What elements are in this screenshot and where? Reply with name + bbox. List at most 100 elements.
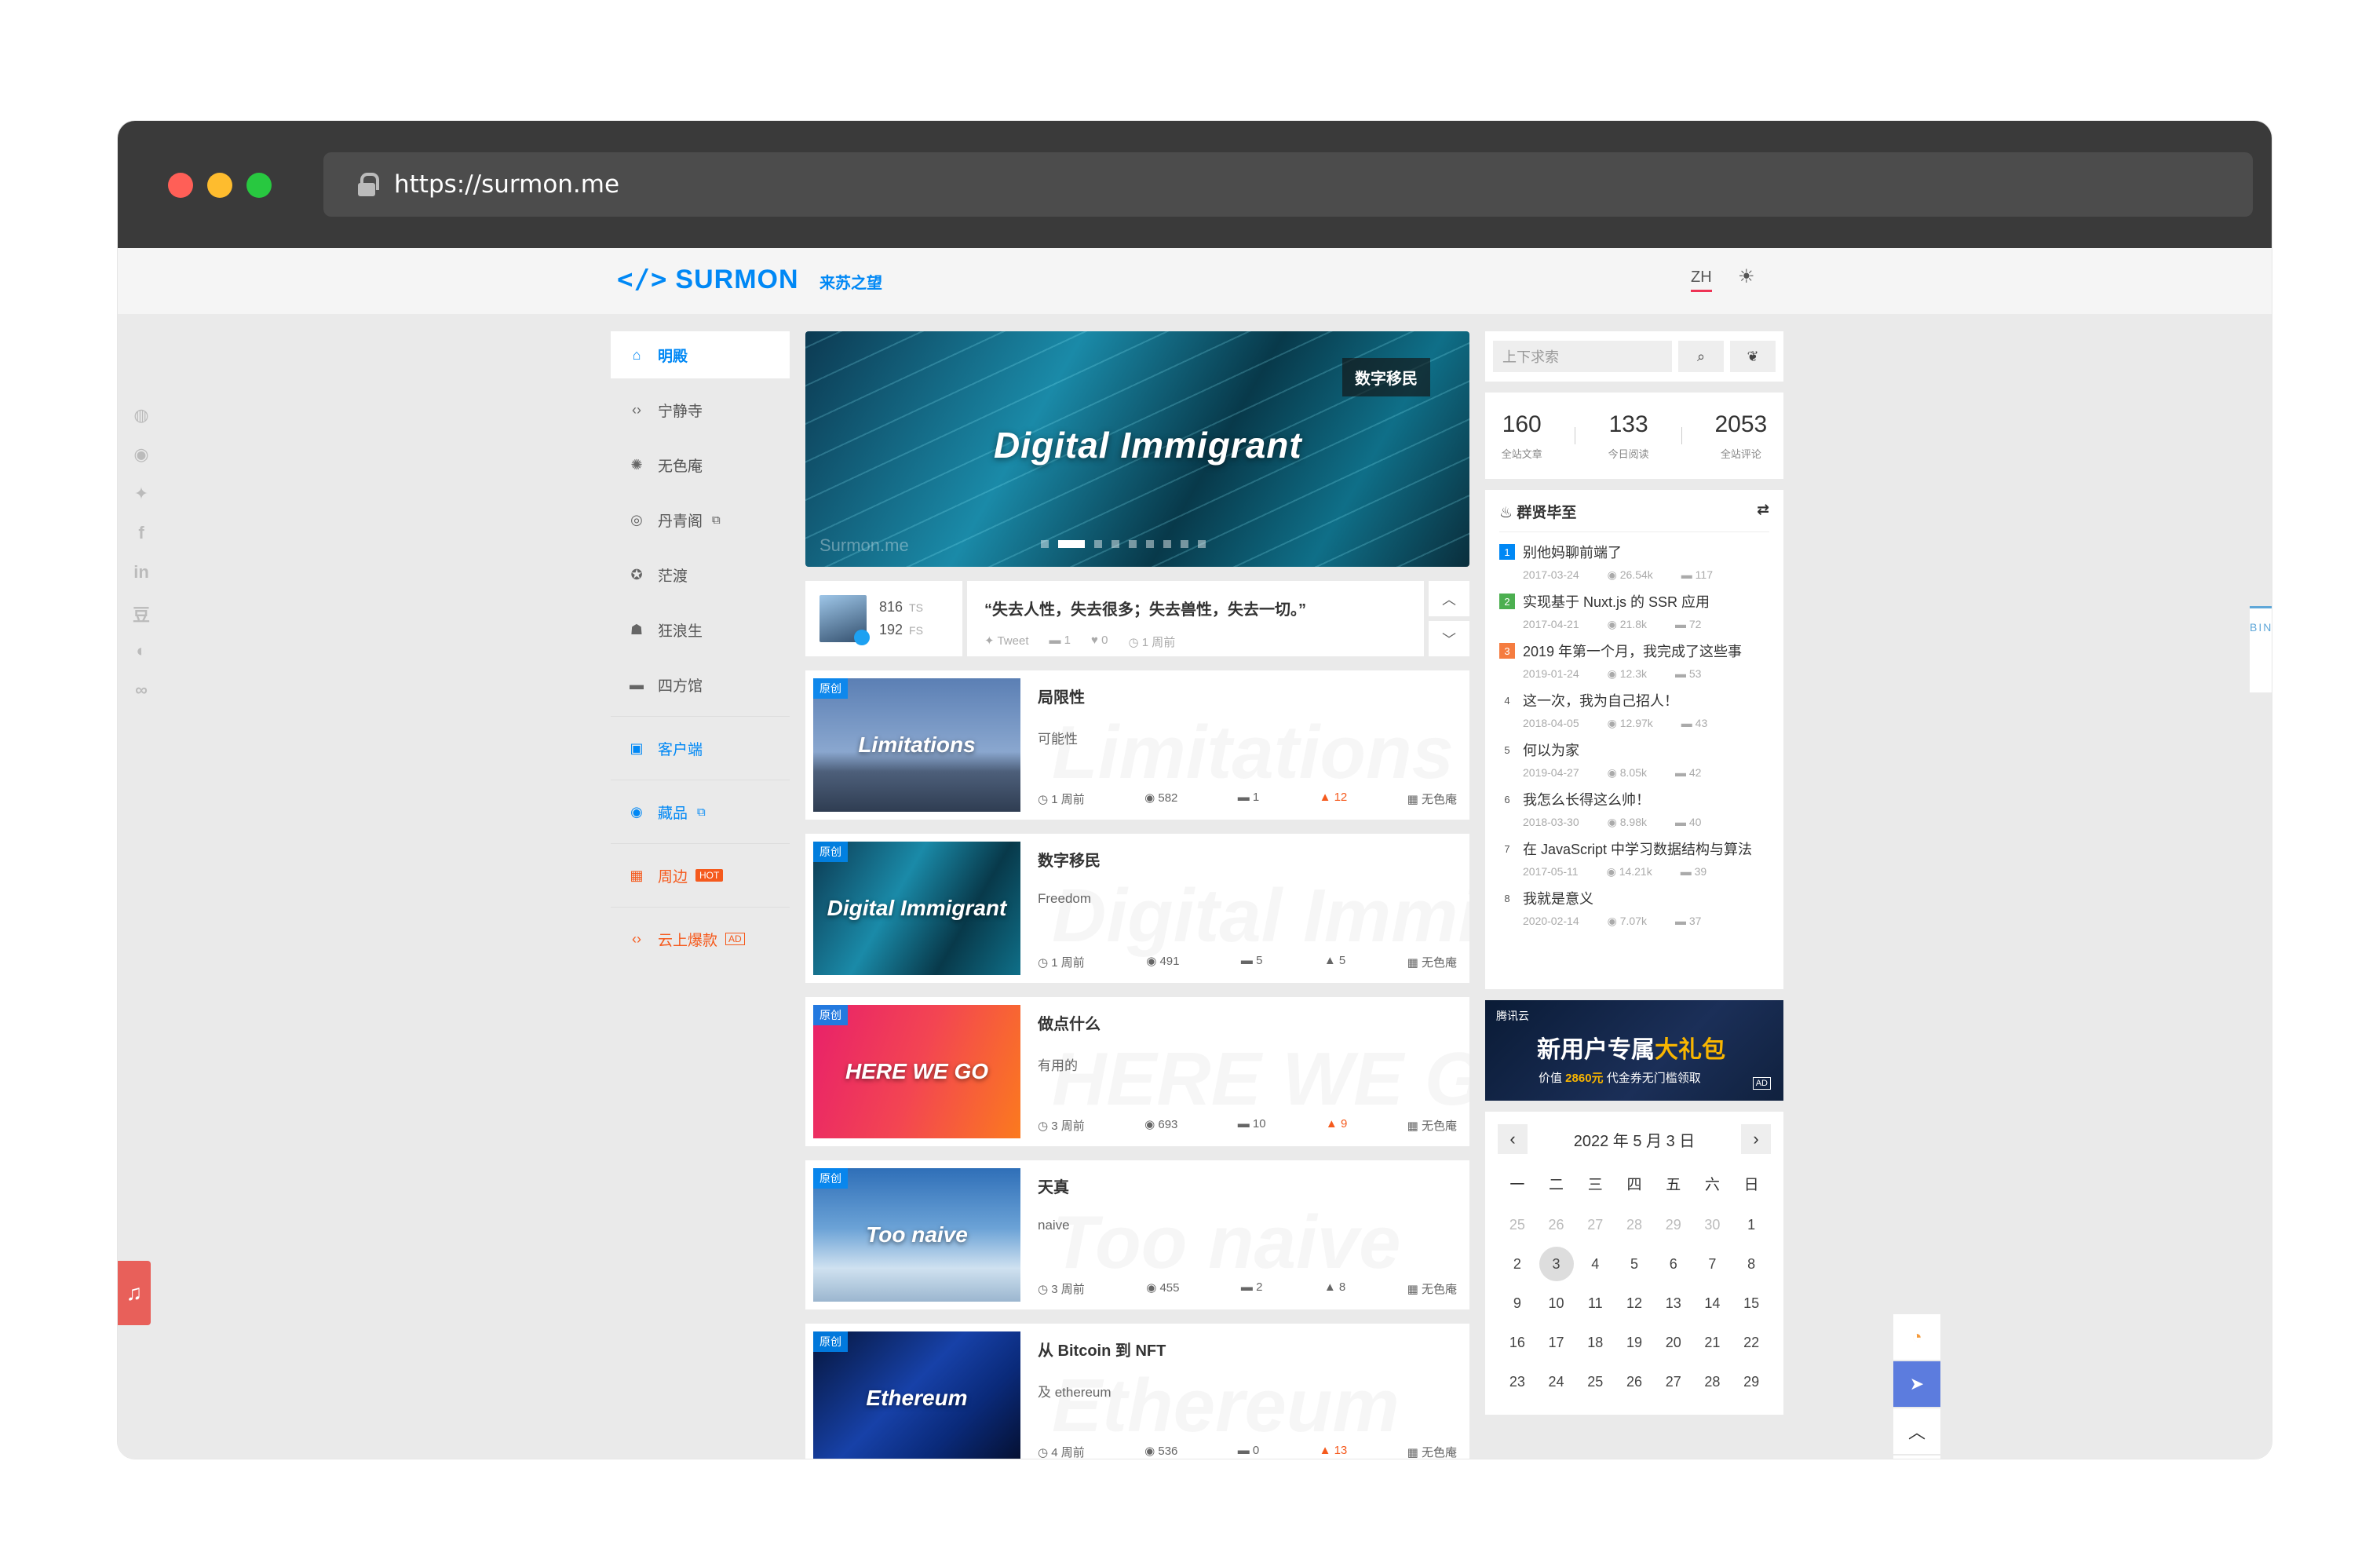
nav-item-home[interactable]: ⌂ 明殿 xyxy=(611,331,790,378)
article-card[interactable]: Limitations原创Limitations局限性可能性中文◷ 1 周前◉ … xyxy=(805,670,1469,820)
calendar-day[interactable]: 28 xyxy=(1693,1364,1732,1399)
weibo-icon[interactable]: ◉ xyxy=(124,444,159,484)
ad-banner[interactable]: 腾讯云 新用户专属大礼包 价值 2860元 代金券无门槛领取 AD xyxy=(1485,1000,1783,1101)
nav-item-archive[interactable]: ✪ 茫渡 xyxy=(611,551,790,598)
article-thumbnail[interactable]: Digital Immigrant 原创 xyxy=(813,842,1020,975)
link-icon[interactable]: ∞ xyxy=(124,680,159,719)
rss-icon[interactable]: ◔ xyxy=(1893,1314,1940,1360)
twitter-icon[interactable]: ✦ xyxy=(124,484,159,523)
calendar-day[interactable]: 17 xyxy=(1537,1325,1576,1360)
carousel-dot[interactable] xyxy=(1181,540,1188,548)
calendar-day[interactable]: 29 xyxy=(1654,1207,1693,1242)
calendar-day[interactable]: 25 xyxy=(1575,1364,1615,1399)
article-title[interactable]: 从 Bitcoin 到 NFT xyxy=(1038,1338,1462,1361)
calendar-day[interactable]: 18 xyxy=(1575,1325,1615,1360)
calendar-day[interactable]: 21 xyxy=(1693,1325,1732,1360)
facebook-icon[interactable]: f xyxy=(124,523,159,562)
tweet-body[interactable]: “失去人性，失去很多；失去兽性，失去一切。” ✦ Tweet ▬ 1 ♥ 0 ◷… xyxy=(967,581,1424,656)
calendar-day[interactable]: 8 xyxy=(1732,1247,1771,1281)
calendar-day[interactable]: 28 xyxy=(1615,1207,1654,1242)
calendar-day[interactable]: 3 xyxy=(1539,1247,1574,1281)
carousel-dot[interactable] xyxy=(1112,540,1119,548)
site-logo[interactable]: </> SURMON xyxy=(617,264,799,295)
article-card[interactable]: Ethereum原创Ethereum从 Bitcoin 到 NFT及 ether… xyxy=(805,1324,1469,1459)
category-icon[interactable]: ▦ 无色庵 xyxy=(1407,1280,1457,1297)
chevron-down-icon[interactable]: ﹀ xyxy=(1429,621,1469,656)
calendar-day[interactable]: 15 xyxy=(1732,1286,1771,1320)
article-card[interactable]: Digital Immigrant原创Digital Immigrant数字移民… xyxy=(805,834,1469,983)
nav-item-guestbook[interactable]: ▬ 四方馆 xyxy=(611,661,790,708)
chevron-up-icon[interactable]: ︿ xyxy=(1429,581,1469,616)
music-player-button[interactable]: ♫ xyxy=(118,1261,151,1325)
carousel-dot[interactable] xyxy=(1094,540,1102,548)
calendar-day[interactable]: 1 xyxy=(1732,1207,1771,1242)
chevron-up-icon[interactable]: ︿ xyxy=(1893,1408,1940,1454)
sun-icon[interactable]: ☀ xyxy=(1738,265,1755,288)
twitter-profile[interactable]: 816 TS 192 FS xyxy=(805,581,962,656)
hot-article-item[interactable]: 3 2019 年第一个月，我完成了这些事 2019-01-24 ◉ 12.3k ▬ 53 xyxy=(1499,641,1769,681)
hot-article-item[interactable]: 1 别他妈聊前端了 2017-03-24 ◉ 26.54k ▬ 117 xyxy=(1499,542,1769,582)
hot-article-item[interactable]: 7在 JavaScript 中学习数据结构与算法 2017-05-11 ◉ 14.2… xyxy=(1499,838,1769,878)
featured-carousel[interactable]: Digital Immigrant 数字移民 Surmon.me xyxy=(805,331,1469,567)
minimize-window-button[interactable] xyxy=(207,173,232,198)
article-title[interactable]: 局限性 xyxy=(1038,685,1462,707)
carousel-dot[interactable] xyxy=(1146,540,1154,548)
calendar-day[interactable]: 20 xyxy=(1654,1325,1693,1360)
calendar-day[interactable]: 26 xyxy=(1615,1364,1654,1399)
nav-item-about[interactable]: ☗ 狂浪生 xyxy=(611,606,790,653)
nav-item-collection[interactable]: ◉ 藏品 ⧉ xyxy=(611,788,790,835)
carousel-dot[interactable] xyxy=(1041,540,1049,548)
category-icon[interactable]: ▦ 无色庵 xyxy=(1407,791,1457,807)
calendar-day[interactable]: 14 xyxy=(1693,1286,1732,1320)
search-icon[interactable]: ⌕ xyxy=(1678,341,1724,372)
carousel-dot[interactable] xyxy=(1163,540,1171,548)
nav-item-merch[interactable]: ▦ 周边 HOT xyxy=(611,852,790,899)
calendar-day[interactable]: 6 xyxy=(1654,1247,1693,1281)
category-icon[interactable]: ▦ 无色庵 xyxy=(1407,1444,1457,1459)
calendar-day[interactable]: 7 xyxy=(1693,1247,1732,1281)
calendar-day[interactable]: 19 xyxy=(1615,1325,1654,1360)
search-input[interactable]: 上下求索 xyxy=(1493,341,1672,372)
article-thumbnail[interactable]: Too naive 原创 xyxy=(813,1168,1020,1302)
article-thumbnail[interactable]: Ethereum 原创 xyxy=(813,1331,1020,1459)
carousel-dot-active[interactable] xyxy=(1058,540,1085,548)
address-bar[interactable]: https://surmon.me xyxy=(323,152,2253,217)
hot-article-item[interactable]: 8 我就是意义 2020-02-14 ◉ 7.07k ▬ 37 xyxy=(1499,888,1769,928)
linkedin-icon[interactable]: in xyxy=(124,562,159,601)
article-card[interactable]: HERE WE GO原创HERE WE GO做点什么有用的中文◷ 3 周前◉ 6… xyxy=(805,997,1469,1146)
calendar-day[interactable]: 29 xyxy=(1732,1364,1771,1399)
hot-article-item[interactable]: 4 这一次，我为自己招人！ 2018-04-05 ◉ 12.97k ▬ 43 xyxy=(1499,690,1769,730)
article-title[interactable]: 天真 xyxy=(1038,1174,1462,1197)
calendar-day[interactable]: 13 xyxy=(1654,1286,1693,1320)
calendar-day[interactable]: 27 xyxy=(1575,1207,1615,1242)
calendar-day[interactable]: 25 xyxy=(1498,1207,1537,1242)
nav-item-code[interactable]: ‹› 宁静寺 xyxy=(611,386,790,433)
chevron-down-icon[interactable]: ﹀ xyxy=(1893,1456,1940,1459)
hot-article-item[interactable]: 2 实现基于 Nuxt.js 的 SSR 应用 2017-04-21 ◉ 21.8k ▬… xyxy=(1499,591,1769,631)
hot-article-item[interactable]: 5 何以为家 2019-04-27 ◉ 8.05k ▬ 42 xyxy=(1499,740,1769,780)
bing-wallpaper-tab[interactable]: BING xyxy=(2250,606,2272,692)
calendar-day[interactable]: 5 xyxy=(1615,1247,1654,1281)
article-card[interactable]: Too naive原创Too naive天真naive中文◷ 3 周前◉ 455… xyxy=(805,1160,1469,1309)
calendar-day[interactable]: 9 xyxy=(1498,1286,1537,1320)
chat-icon[interactable]: ◐ xyxy=(124,641,159,680)
nav-item-github[interactable]: ◎ 丹青阁 ⧉ xyxy=(611,496,790,543)
language-switch[interactable]: ZH xyxy=(1691,268,1712,292)
nav-item-app[interactable]: ▣ 客户端 xyxy=(611,725,790,772)
nav-item-think[interactable]: ✺ 无色庵 xyxy=(611,441,790,488)
article-title[interactable]: 数字移民 xyxy=(1038,848,1462,871)
calendar-day[interactable]: 11 xyxy=(1575,1286,1615,1320)
send-icon[interactable]: ➤ xyxy=(1893,1361,1940,1407)
calendar-day[interactable]: 26 xyxy=(1537,1207,1576,1242)
hot-article-item[interactable]: 6 我怎么长得这么帅！ 2018-03-30 ◉ 8.98k ▬ 40 xyxy=(1499,789,1769,829)
article-thumbnail[interactable]: HERE WE GO 原创 xyxy=(813,1005,1020,1138)
calendar-day[interactable]: 2 xyxy=(1498,1247,1537,1281)
calendar-day[interactable]: 4 xyxy=(1575,1247,1615,1281)
calendar-day[interactable]: 12 xyxy=(1615,1286,1654,1320)
calendar-day[interactable]: 10 xyxy=(1537,1286,1576,1320)
wechat-icon[interactable]: ◍ xyxy=(124,405,159,444)
chevron-right-icon[interactable]: › xyxy=(1741,1124,1771,1154)
maximize-window-button[interactable] xyxy=(246,173,272,198)
category-icon[interactable]: ▦ 无色庵 xyxy=(1407,954,1457,970)
category-icon[interactable]: ▦ 无色庵 xyxy=(1407,1117,1457,1134)
